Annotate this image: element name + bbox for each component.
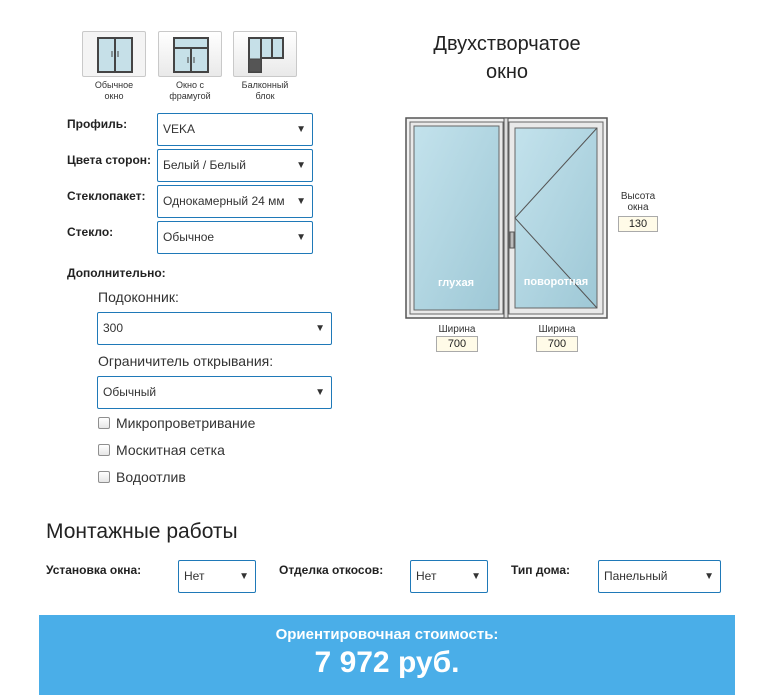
install-select[interactable]: Нет ▼ (178, 560, 256, 593)
additional-label: Дополнительно: (67, 266, 166, 280)
transom-window-icon (173, 37, 209, 73)
slopes-label: Отделка откосов: (279, 563, 384, 577)
glass-unit-label: Стеклопакет: (67, 189, 146, 203)
chevron-down-icon: ▼ (296, 232, 306, 243)
limiter-select[interactable]: Обычный ▼ (97, 376, 332, 409)
window-type-balcony-label: Балконный блок (241, 80, 289, 101)
chevron-down-icon: ▼ (296, 160, 306, 171)
cost-value: 7 972 руб. (314, 646, 460, 679)
width-left-label: Ширина (438, 324, 476, 335)
chevron-down-icon: ▼ (239, 571, 249, 582)
colors-value: Белый / Белый (163, 158, 246, 172)
colors-label: Цвета сторон: (67, 153, 152, 167)
house-value: Панельный (604, 569, 668, 583)
profile-value: VEKA (163, 122, 196, 136)
profile-select[interactable]: VEKA ▼ (157, 113, 313, 146)
chevron-down-icon: ▼ (471, 571, 481, 582)
width-right-input[interactable]: 700 (536, 336, 578, 352)
slopes-select[interactable]: Нет ▼ (410, 560, 488, 593)
chevron-down-icon: ▼ (315, 323, 325, 334)
checkbox-box[interactable] (98, 444, 110, 456)
window-type-balcony-button[interactable] (233, 31, 297, 77)
glass-unit-value: Однокамерный 24 мм (163, 194, 285, 208)
balcony-block-icon (248, 37, 284, 73)
house-select[interactable]: Панельный ▼ (598, 560, 721, 593)
colors-select[interactable]: Белый / Белый ▼ (157, 149, 313, 182)
width-left-input[interactable]: 700 (436, 336, 478, 352)
glass-value: Обычное (163, 230, 215, 244)
chevron-down-icon: ▼ (315, 387, 325, 398)
checkbox-label: Микропроветривание (116, 415, 256, 431)
window-type-transom-label: Окно с фрамугой (169, 80, 211, 101)
cost-panel: Ориентировочная стоимость: 7 972 руб. (39, 615, 735, 695)
drip-sill-checkbox[interactable]: Водоотлив (98, 469, 186, 485)
install-label: Установка окна: (46, 563, 142, 577)
window-type-double-button[interactable] (82, 31, 146, 77)
left-sash-text: глухая (438, 277, 474, 289)
slopes-value: Нет (416, 569, 437, 583)
mosquito-net-checkbox[interactable]: Москитная сетка (98, 442, 225, 458)
window-title: Двухстворчатое окно (433, 33, 581, 83)
house-label: Тип дома: (511, 563, 571, 577)
glass-unit-select[interactable]: Однокамерный 24 мм ▼ (157, 185, 313, 218)
checkbox-box[interactable] (98, 471, 110, 483)
height-label: Высота окна (620, 191, 656, 213)
limiter-label: Ограничитель открывания: (98, 353, 274, 369)
width-right-label: Ширина (538, 324, 576, 335)
limiter-value: Обычный (103, 385, 157, 399)
window-preview: глухая поворотная (405, 117, 608, 319)
glass-label: Стекло: (67, 225, 114, 239)
installation-title: Монтажные работы (46, 520, 238, 543)
height-input[interactable]: 130 (618, 216, 658, 232)
window-type-transom-button[interactable] (158, 31, 222, 77)
checkbox-box[interactable] (98, 417, 110, 429)
chevron-down-icon: ▼ (296, 196, 306, 207)
sill-value: 300 (103, 321, 124, 335)
handle-icon (509, 231, 515, 249)
checkbox-label: Москитная сетка (116, 442, 225, 458)
profile-label: Профиль: (67, 117, 128, 131)
glass-select[interactable]: Обычное ▼ (157, 221, 313, 254)
chevron-down-icon: ▼ (704, 571, 714, 582)
micro-ventilation-checkbox[interactable]: Микропроветривание (98, 415, 255, 431)
cost-label: Ориентировочная стоимость: (275, 626, 499, 643)
sill-label: Подоконник: (98, 289, 179, 305)
double-window-icon (97, 37, 133, 73)
install-value: Нет (184, 569, 205, 583)
right-sash-text: поворотная (524, 276, 588, 288)
mullion (503, 117, 509, 319)
checkbox-label: Водоотлив (116, 469, 186, 485)
window-type-double-label: Обычное окно (94, 80, 134, 101)
chevron-down-icon: ▼ (296, 124, 306, 135)
sill-select[interactable]: 300 ▼ (97, 312, 332, 345)
